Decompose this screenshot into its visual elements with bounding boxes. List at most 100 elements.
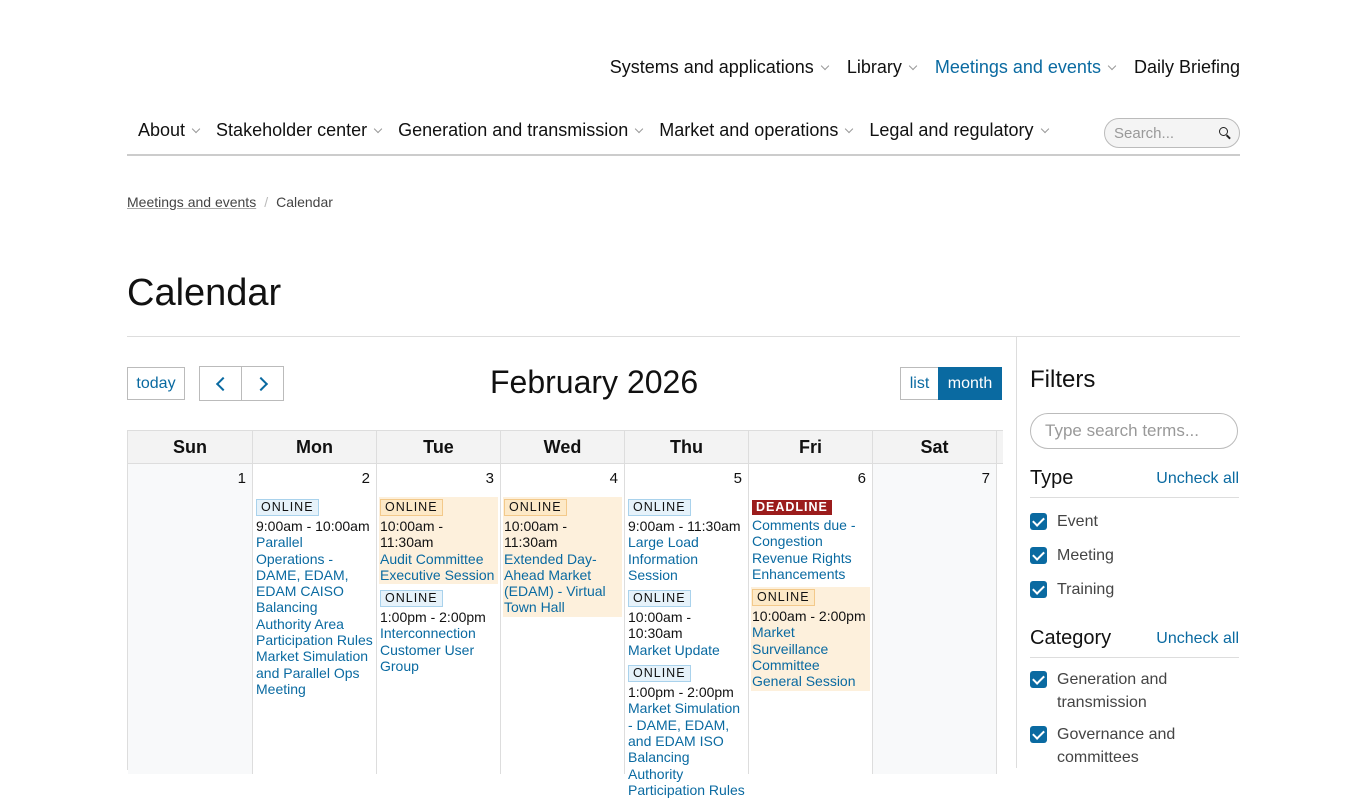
online-badge: ONLINE bbox=[504, 499, 567, 516]
deadline-badge: DEADLINE bbox=[752, 500, 832, 515]
month-title: February 2026 bbox=[490, 364, 699, 400]
calendar-grid: Sun Mon Tue Wed Thu Fri Sat 1 2 ONLINE 9:00… bbox=[127, 430, 1003, 800]
checkbox-checked-icon[interactable] bbox=[1030, 513, 1047, 530]
util-nav-library[interactable]: Library bbox=[847, 57, 918, 78]
util-nav-systems[interactable]: Systems and applications bbox=[610, 57, 830, 78]
main-nav-legal[interactable]: Legal and regulatory bbox=[869, 120, 1049, 141]
day-number[interactable]: 4 bbox=[610, 470, 618, 487]
day-events: DEADLINE Comments due - Congestion Revenu… bbox=[751, 497, 870, 695]
event-title-link[interactable]: Audit Committee Executive Session bbox=[380, 551, 497, 584]
type-uncheck-all-link[interactable]: Uncheck all bbox=[1156, 470, 1239, 488]
online-badge: ONLINE bbox=[752, 589, 815, 607]
main-nav-about[interactable]: About bbox=[138, 120, 201, 141]
main-nav-market[interactable]: Market and operations bbox=[659, 120, 854, 141]
day-number[interactable]: 3 bbox=[486, 470, 494, 487]
filter-option-governance[interactable]: Governance and committees bbox=[1030, 723, 1230, 769]
breadcrumb-parent-link[interactable]: Meetings and events bbox=[127, 194, 256, 210]
chevron-down-icon bbox=[373, 124, 383, 133]
day-cell[interactable]: 3 ONLINE 10:00am - 11:30am Audit Committee … bbox=[377, 464, 501, 774]
util-nav-meetings[interactable]: Meetings and events bbox=[934, 57, 1117, 78]
type-filter-label: Type bbox=[1030, 467, 1074, 489]
filters-title: Filters bbox=[1030, 366, 1096, 393]
event-time: 10:00am - 11:30am bbox=[380, 518, 444, 551]
prev-month-button[interactable] bbox=[199, 366, 242, 401]
day-of-week-header: Sat bbox=[873, 431, 997, 463]
filter-option-meeting[interactable]: Meeting bbox=[1030, 544, 1114, 567]
calendar-week-row: 1 2 ONLINE 9:00am - 10:00am Parallel Operati… bbox=[128, 464, 1003, 800]
category-uncheck-all-link[interactable]: Uncheck all bbox=[1156, 630, 1239, 648]
online-badge: ONLINE bbox=[628, 665, 691, 683]
event-time: 10:00am - 2:00pm bbox=[752, 608, 866, 625]
filter-search-input[interactable] bbox=[1031, 414, 1227, 448]
checkbox-checked-icon[interactable] bbox=[1030, 581, 1047, 598]
next-month-button[interactable] bbox=[241, 366, 284, 401]
day-events: ONLINE 9:00am - 10:00am Parallel Operation… bbox=[255, 497, 374, 702]
day-cell[interactable]: 6 DEADLINE Comments due - Congestion Reven… bbox=[749, 464, 873, 774]
day-of-week-header: Tue bbox=[377, 431, 501, 463]
calendar-event[interactable]: DEADLINE Comments due - Congestion Revenu… bbox=[751, 497, 870, 584]
day-cell[interactable]: 5 ONLINE 9:00am - 11:30am Large Load Inform… bbox=[625, 464, 749, 800]
filter-option-label: Governance and committees bbox=[1057, 726, 1176, 766]
online-badge: ONLINE bbox=[628, 499, 691, 516]
event-title-link[interactable]: Interconnection Customer User Group bbox=[380, 625, 497, 674]
calendar-event[interactable]: ONLINE 9:00am - 11:30am Large Load Informa… bbox=[627, 497, 746, 585]
filter-option-event[interactable]: Event bbox=[1030, 510, 1098, 533]
calendar-event[interactable]: ONLINE 10:00am - 2:00pm Market Surveillanc… bbox=[751, 587, 870, 691]
day-number[interactable]: 7 bbox=[982, 470, 990, 487]
calendar-event[interactable]: ONLINE 1:00pm - 2:00pm Market Simulation -… bbox=[627, 663, 746, 800]
day-events: ONLINE 10:00am - 11:30am Audit Committee E… bbox=[379, 497, 498, 679]
search-icon[interactable] bbox=[1219, 127, 1228, 136]
chevron-down-icon bbox=[845, 124, 854, 133]
util-nav-daily-briefing[interactable]: Daily Briefing bbox=[1134, 57, 1240, 78]
day-number[interactable]: 1 bbox=[238, 470, 246, 487]
site-search bbox=[1104, 118, 1240, 148]
sidebar-divider bbox=[1016, 337, 1017, 768]
event-title-link[interactable]: Market Surveillance Committee General Se… bbox=[752, 624, 869, 689]
chevron-down-icon bbox=[1040, 124, 1049, 133]
calendar-event[interactable]: ONLINE 10:00am - 11:30am Audit Committee E… bbox=[379, 497, 498, 585]
month-view-button[interactable]: month bbox=[938, 367, 1002, 400]
day-cell[interactable]: 7 bbox=[873, 464, 997, 774]
day-of-week-header: Thu bbox=[625, 431, 749, 463]
chevron-down-icon bbox=[908, 61, 918, 70]
day-number[interactable]: 6 bbox=[858, 470, 866, 487]
event-title-link[interactable]: Market Update bbox=[628, 642, 745, 658]
event-title-link[interactable]: Comments due - Congestion Revenue Rights… bbox=[752, 517, 869, 582]
breadcrumb: Meetings and events / Calendar bbox=[127, 194, 333, 210]
main-nav-generation[interactable]: Generation and transmission bbox=[398, 120, 644, 141]
filter-option-label: Meeting bbox=[1057, 547, 1114, 564]
online-badge: ONLINE bbox=[380, 590, 443, 608]
chevron-down-icon bbox=[191, 124, 201, 133]
online-badge: ONLINE bbox=[628, 590, 691, 608]
day-number[interactable]: 5 bbox=[734, 470, 742, 487]
today-button[interactable]: today bbox=[127, 367, 185, 400]
chevron-down-icon bbox=[635, 124, 644, 133]
day-number[interactable]: 2 bbox=[362, 470, 370, 487]
online-badge: ONLINE bbox=[380, 499, 443, 516]
day-cell[interactable]: 4 ONLINE 10:00am - 11:30am Extended Day-Ahe… bbox=[501, 464, 625, 774]
calendar-event[interactable]: ONLINE 1:00pm - 2:00pm Interconnection Cus… bbox=[379, 588, 498, 676]
filter-option-generation[interactable]: Generation and transmission bbox=[1030, 668, 1230, 714]
event-time: 10:00am - 10:30am bbox=[628, 609, 692, 642]
breadcrumb-separator: / bbox=[264, 194, 269, 210]
main-nav-label: Stakeholder center bbox=[216, 120, 368, 140]
checkbox-checked-icon[interactable] bbox=[1030, 726, 1047, 743]
main-nav-stakeholder[interactable]: Stakeholder center bbox=[216, 120, 383, 141]
event-time: 9:00am - 11:30am bbox=[628, 518, 741, 534]
day-cell[interactable]: 1 bbox=[128, 464, 253, 774]
event-title-link[interactable]: Extended Day-Ahead Market (EDAM) - Virtu… bbox=[504, 551, 621, 616]
checkbox-checked-icon[interactable] bbox=[1030, 671, 1047, 688]
list-view-button[interactable]: list bbox=[900, 367, 939, 400]
filter-option-training[interactable]: Training bbox=[1030, 578, 1114, 601]
event-title-link[interactable]: Large Load Information Session bbox=[628, 534, 745, 583]
site-search-input[interactable] bbox=[1105, 119, 1214, 147]
day-cell[interactable]: 2 ONLINE 9:00am - 10:00am Parallel Operatio… bbox=[253, 464, 377, 774]
calendar-event[interactable]: ONLINE 10:00am - 11:30am Extended Day-Ahea… bbox=[503, 497, 622, 617]
util-nav-label: Meetings and events bbox=[934, 57, 1101, 77]
calendar-event[interactable]: ONLINE 9:00am - 10:00am Parallel Operation… bbox=[255, 497, 374, 699]
event-title-link[interactable]: Market Simulation - DAME, EDAM, and EDAM… bbox=[628, 700, 745, 798]
online-badge: ONLINE bbox=[256, 499, 319, 516]
event-title-link[interactable]: Parallel Operations - DAME, EDAM, EDAM C… bbox=[256, 534, 373, 697]
calendar-event[interactable]: ONLINE 10:00am - 10:30am Market Update bbox=[627, 588, 746, 660]
checkbox-checked-icon[interactable] bbox=[1030, 547, 1047, 564]
